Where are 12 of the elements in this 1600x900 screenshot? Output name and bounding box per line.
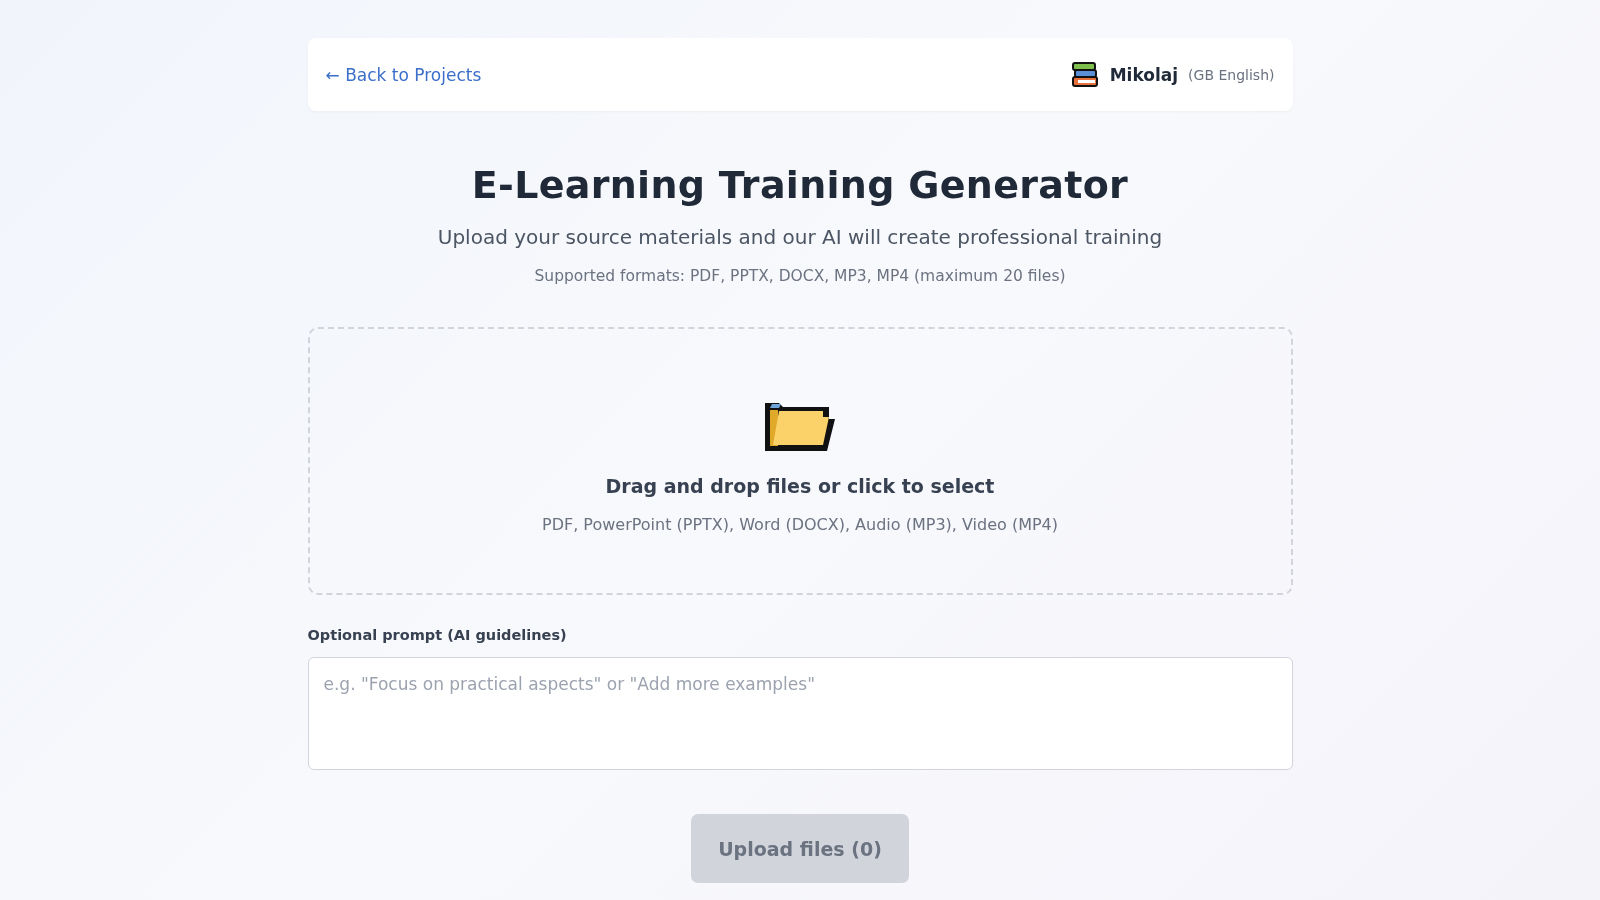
page-subtitle: Upload your source materials and our AI will create professional training [436, 225, 1164, 249]
page-title: E-Learning Training Generator [470, 163, 1130, 207]
user-name: Mikolaj [1109, 64, 1179, 85]
prompt-label: Optional prompt (AI guidelines) [307, 627, 568, 643]
books-icon [1069, 59, 1100, 90]
language-label: (GB English) [1188, 66, 1275, 83]
formats-note: Supported formats: PDF, PPTX, DOCX, MP3, MP4 (maximum 20 files) [533, 267, 1067, 285]
dropzone-hint: PDF, PowerPoint (PPTX), Word (DOCX), Audio (MP3), Video (MP4) [542, 514, 1058, 534]
prompt-field[interactable]: e.g. "Focus on practical aspects" or "Add more examples" [307, 657, 1293, 770]
file-dropzone[interactable]: Drag and drop files or click to select PDF, PowerPoint (PPTX), Word (DOCX), Audio (MP3), Video (MP4) [307, 327, 1293, 595]
dropzone-title: Drag and drop files or click to select [605, 474, 995, 497]
back-link[interactable]: ← Back to Projects [325, 64, 482, 85]
